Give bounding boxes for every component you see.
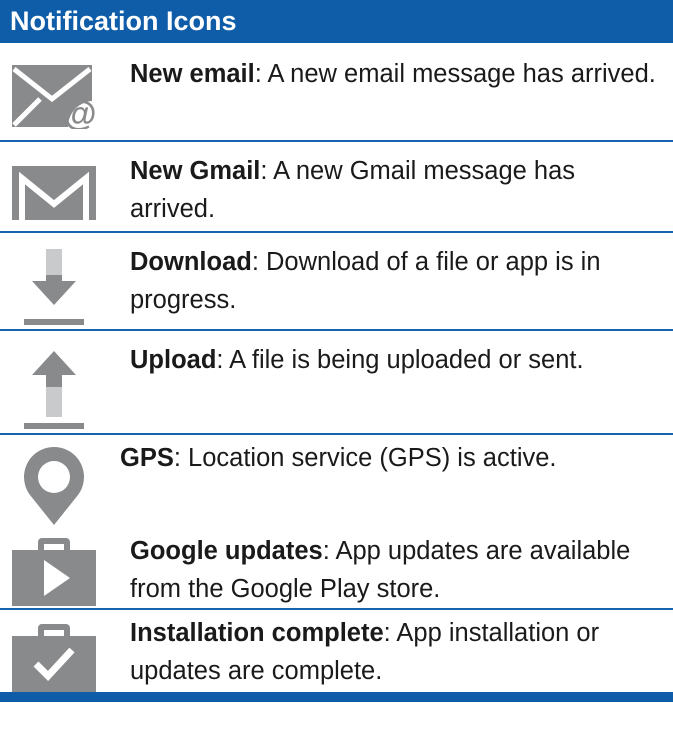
row-title: GPS (120, 444, 174, 472)
row-text: Upload: A file is being uploaded or sent… (130, 341, 663, 379)
gps-icon (8, 445, 100, 527)
list-item-google-updates: Google updates: App updates are availabl… (0, 530, 673, 610)
row-text: New email: A new email message has arriv… (130, 55, 663, 93)
gmail-icon (8, 164, 100, 220)
row-text: New Gmail: A new Gmail message has arriv… (130, 152, 663, 228)
section-bottom-bar (0, 692, 673, 702)
row-text: Google updates: App updates are availabl… (130, 532, 663, 608)
list-item-new-gmail: New Gmail: A new Gmail message has arriv… (0, 142, 673, 233)
upload-icon (8, 341, 100, 433)
row-text: GPS: Location service (GPS) is active. (120, 439, 663, 477)
svg-text:@: @ (63, 95, 96, 129)
row-description: : A new email message has arrived. (254, 60, 656, 88)
list-item-gps: GPS: Location service (GPS) is active. (0, 435, 673, 530)
row-title: Download (130, 248, 252, 276)
download-icon (8, 245, 100, 327)
section-title: Notification Icons (10, 6, 237, 36)
section-header: Notification Icons (0, 0, 673, 43)
row-text: Installation complete: App installation … (130, 614, 663, 690)
installation-complete-icon (8, 618, 100, 694)
row-title: Upload (130, 346, 217, 374)
row-title: Google updates (130, 537, 323, 565)
list-item-new-email: @ New email: A new email message has arr… (0, 43, 673, 142)
row-title: New email (130, 60, 255, 88)
row-title: New Gmail (130, 157, 261, 185)
google-updates-icon (8, 532, 100, 608)
row-description: : A file is being uploaded or sent. (216, 346, 584, 374)
row-text: Download: Download of a file or app is i… (130, 243, 663, 319)
row-title: Installation complete (130, 619, 384, 647)
list-item-upload: Upload: A file is being uploaded or sent… (0, 331, 673, 435)
row-description: : Location service (GPS) is active. (173, 444, 557, 472)
email-icon: @ (8, 61, 100, 129)
list-item-download: Download: Download of a file or app is i… (0, 233, 673, 331)
list-item-installation-complete: Installation complete: App installation … (0, 610, 673, 692)
